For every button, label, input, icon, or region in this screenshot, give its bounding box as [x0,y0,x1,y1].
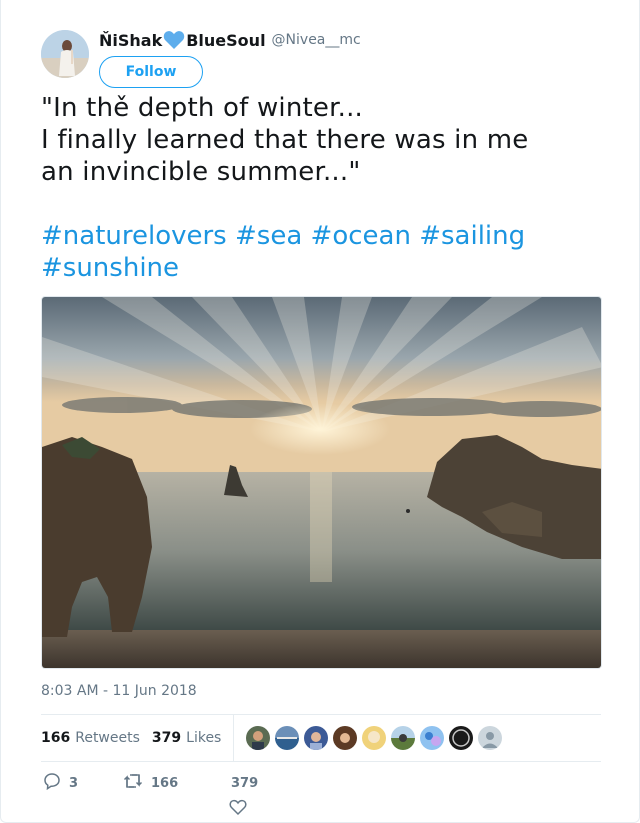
retweets-label[interactable]: Retweets [75,730,140,746]
display-name-part2[interactable]: BlueSoul [186,31,265,50]
hashtag-link[interactable]: #naturelovers [41,221,227,251]
hashtag-link[interactable]: #sunshine [41,253,179,283]
follow-button[interactable]: Follow [99,56,203,88]
retweets-count[interactable]: 166 [41,730,70,746]
hashtag-link[interactable]: #sailing [419,221,525,251]
hashtag-link[interactable]: #sea [235,221,302,251]
hashtag-link[interactable]: #ocean [311,221,411,251]
tweet-timestamp[interactable]: 8:03 AM - 11 Jun 2018 [41,683,197,699]
retweet-count: 166 [151,775,179,791]
liker-avatar[interactable] [391,726,416,750]
stats-divider [233,715,235,761]
tweet-photo[interactable] [41,296,602,669]
liker-avatar[interactable] [304,726,329,750]
display-name-part1[interactable]: ŇiShak [99,31,162,50]
liker-avatars [246,726,507,750]
liker-avatar[interactable] [478,726,503,750]
likes-count[interactable]: 379 [152,730,181,746]
divider [41,761,601,762]
tweet-text: "In thě depth of winter... I finally lea… [41,93,529,187]
retweet-icon [123,772,143,794]
heart-icon [229,799,247,820]
like-count: 379 [231,776,259,791]
reply-button[interactable]: 3 [43,772,78,794]
user-handle[interactable]: @Nivea__mc [272,32,361,48]
liker-avatar[interactable] [449,726,474,750]
liker-avatar[interactable] [275,726,300,750]
likes-label[interactable]: Likes [186,730,221,746]
like-button[interactable] [229,798,247,820]
reply-count: 3 [69,775,79,791]
blue-heart-icon [163,30,185,50]
reply-icon [43,772,61,794]
liker-avatar[interactable] [246,726,271,750]
retweet-button[interactable]: 166 [123,772,178,794]
liker-avatar[interactable] [420,726,445,750]
tweet-card: ŇiShak BlueSoul @Nivea__mc Follow "In th… [0,0,640,823]
tweet-stats: 166 Retweets 379 Likes [41,715,507,761]
user-avatar[interactable] [41,30,89,78]
liker-avatar[interactable] [362,726,387,750]
user-name-row: ŇiShak BlueSoul @Nivea__mc [99,30,361,50]
hashtag-list: #naturelovers #sea #ocean #sailing #suns… [41,220,601,284]
liker-avatar[interactable] [333,726,358,750]
